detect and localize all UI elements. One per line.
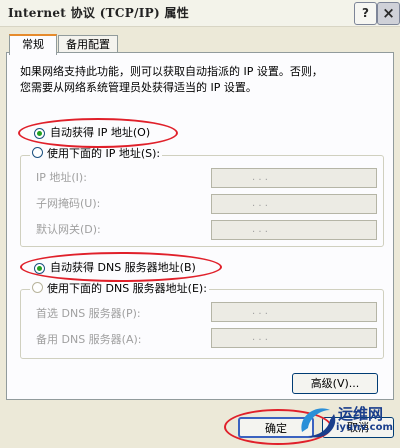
preferred-dns-value: . . . — [252, 306, 268, 317]
manual-dns-label[interactable]: 使用下面的 DNS 服务器地址(E): — [47, 282, 207, 295]
default-gateway-value: . . . — [252, 224, 268, 235]
close-button[interactable]: × — [377, 2, 400, 25]
default-gateway-field[interactable]: . . . — [211, 220, 377, 240]
help-button[interactable]: ? — [354, 2, 377, 25]
preferred-dns-label: 首选 DNS 服务器(P): — [36, 307, 141, 320]
ip-address-field[interactable]: . . . — [211, 168, 377, 188]
watermark-logo-icon — [296, 402, 340, 442]
manual-dns-groupbox — [20, 289, 384, 359]
tab-general[interactable]: 常规 — [9, 34, 57, 55]
alternate-dns-label: 备用 DNS 服务器(A): — [36, 333, 142, 346]
radio-auto-ip[interactable] — [34, 128, 45, 139]
radio-selected-dot — [37, 131, 42, 136]
ip-address-label: IP 地址(I): — [36, 171, 87, 184]
radio-manual-ip[interactable] — [32, 147, 43, 158]
alternate-dns-field[interactable]: . . . — [211, 328, 377, 348]
ip-address-value: . . . — [252, 172, 268, 183]
auto-dns-label[interactable]: 自动获得 DNS 服务器地址(B) — [50, 261, 196, 275]
subnet-mask-value: . . . — [252, 198, 268, 209]
radio-auto-dns[interactable] — [34, 263, 45, 274]
manual-dns-caption: 使用下面的 DNS 服务器地址(E): — [30, 282, 209, 296]
window-title: Internet 协议 (TCP/IP) 属性 — [8, 6, 190, 20]
subnet-mask-field[interactable]: . . . — [211, 194, 377, 214]
subnet-mask-label: 子网掩码(U): — [36, 197, 101, 210]
advanced-button[interactable]: 高级(V)... — [292, 373, 378, 394]
radio-manual-dns[interactable] — [32, 282, 43, 293]
alternate-dns-value: . . . — [252, 332, 268, 343]
description-line-1: 如果网络支持此功能，则可以获取自动指派的 IP 设置。否则， — [20, 65, 323, 78]
manual-ip-caption: 使用下面的 IP 地址(S): — [30, 147, 163, 161]
watermark-name: 运维网 — [338, 405, 384, 423]
description-line-2: 您需要从网络系统管理员处获得适当的 IP 设置。 — [20, 81, 257, 94]
default-gateway-label: 默认网关(D): — [36, 223, 101, 236]
manual-ip-label[interactable]: 使用下面的 IP 地址(S): — [47, 147, 160, 160]
radio-selected-dot — [37, 266, 42, 271]
auto-ip-label[interactable]: 自动获得 IP 地址(O) — [50, 126, 150, 140]
watermark-site: iyunv.com — [336, 422, 393, 433]
preferred-dns-field[interactable]: . . . — [211, 302, 377, 322]
